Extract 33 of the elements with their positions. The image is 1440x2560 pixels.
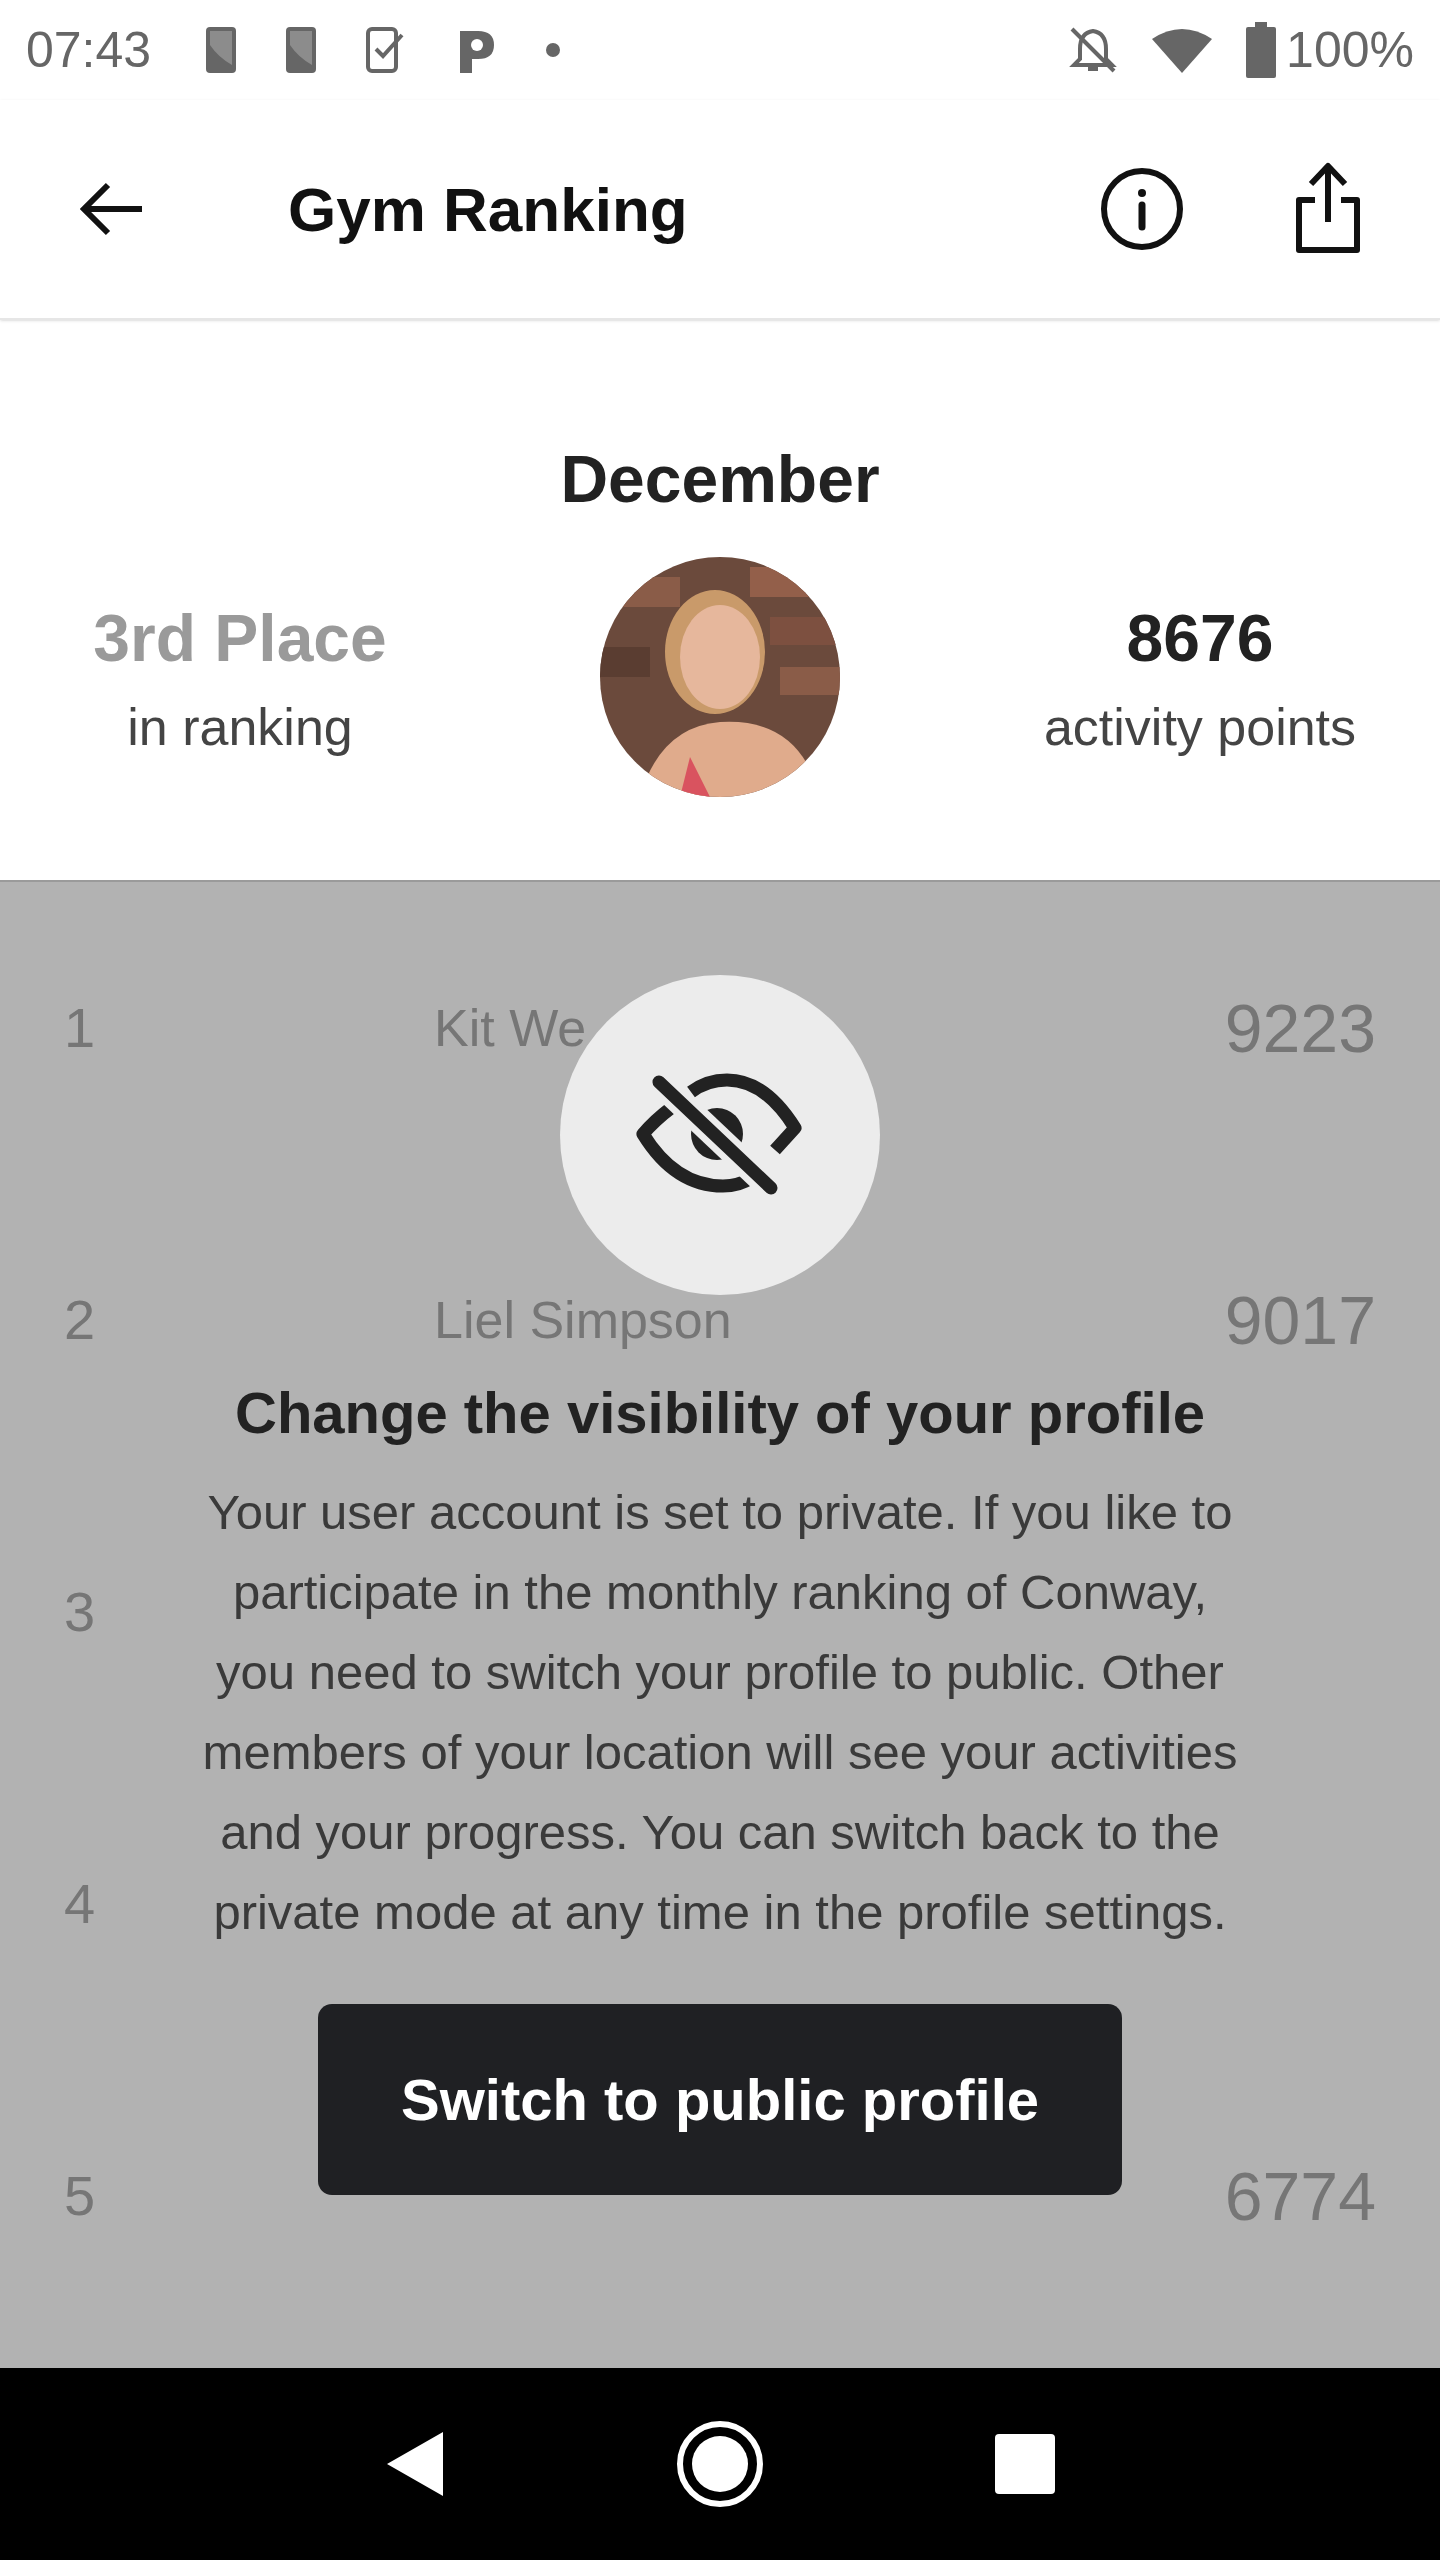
rank-number: 5	[64, 2163, 96, 2229]
back-nav-icon[interactable]	[385, 2430, 445, 2498]
ranking-caption: in ranking	[127, 696, 353, 758]
rank-number: 4	[64, 1871, 96, 1937]
battery-percent: 100%	[1286, 20, 1414, 80]
bell-off-icon	[1068, 25, 1119, 75]
status-time: 07:43	[26, 20, 152, 80]
share-icon	[1293, 162, 1363, 256]
switch-public-button[interactable]: Switch to public profile	[318, 2004, 1122, 2195]
info-button[interactable]	[1100, 167, 1184, 251]
info-icon	[1100, 167, 1184, 251]
back-arrow-icon	[80, 181, 144, 237]
screen-title: Gym Ranking	[288, 173, 688, 246]
dialog-title: Change the visibility of your profile	[235, 1379, 1205, 1447]
points-caption: activity points	[1043, 696, 1357, 758]
dot-icon	[546, 43, 561, 57]
sim-card-icon	[286, 27, 317, 73]
battery-icon	[1246, 22, 1277, 78]
member-name: Liel Simpson	[434, 1290, 732, 1351]
activity-points: 8676	[1126, 599, 1274, 677]
wifi-icon	[1152, 27, 1213, 73]
home-nav-icon[interactable]	[675, 2419, 765, 2509]
ranking-place: 3rd Place	[93, 599, 387, 677]
sim-card-icon	[206, 27, 237, 73]
dialog-message: Your user account is set to private. If you like to participate in the monthly ranking of Conway, you need to switch your profile to public. Other members of your location will see your activities and your progress. You can switch back to the private mode at any time in the profile settings.	[201, 1484, 1239, 1941]
member-points: 9017	[1224, 1281, 1376, 1360]
rank-number: 3	[64, 1579, 96, 1645]
member-name: Kit We	[434, 998, 587, 1059]
member-points: 6774	[1224, 2157, 1376, 2236]
rank-number: 1	[64, 995, 96, 1061]
rank-number: 2	[64, 1287, 96, 1353]
month-title: December	[560, 441, 880, 518]
member-points: 9223	[1224, 989, 1376, 1068]
